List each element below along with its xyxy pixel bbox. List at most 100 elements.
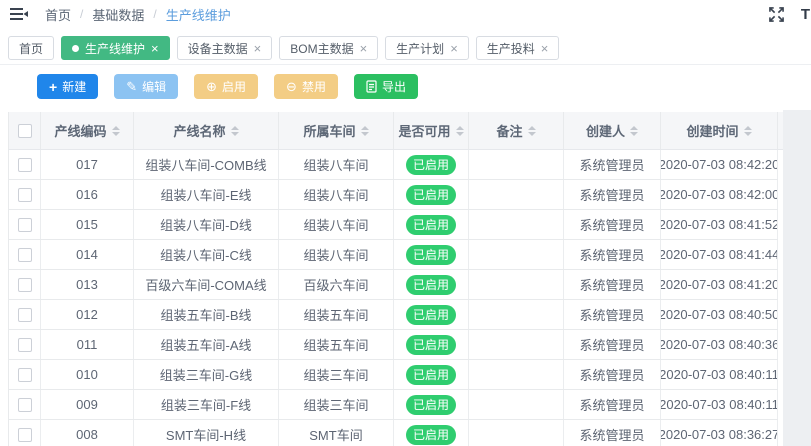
tab-production-feeding[interactable]: 生产投料 × bbox=[476, 36, 560, 60]
tab-label: BOM主数据 bbox=[290, 40, 353, 57]
header-enabled[interactable]: 是否可用 bbox=[394, 112, 469, 149]
header-line-name[interactable]: 产线名称 bbox=[134, 112, 279, 149]
cell-creator: 系统管理员 bbox=[564, 330, 661, 359]
row-checkbox[interactable] bbox=[18, 338, 32, 352]
page-background-strip bbox=[783, 110, 811, 446]
tab-close-icon[interactable]: × bbox=[360, 42, 368, 55]
status-badge: 已启用 bbox=[406, 305, 456, 325]
sort-icon[interactable] bbox=[528, 126, 536, 136]
cell-creator: 系统管理员 bbox=[564, 300, 661, 329]
cell-remark bbox=[469, 360, 564, 389]
status-badge: 已启用 bbox=[406, 335, 456, 355]
tab-close-icon[interactable]: × bbox=[151, 42, 159, 55]
header-label: 所属车间 bbox=[303, 121, 355, 140]
cell-line-name: 百级六车间-COMA线 bbox=[134, 270, 279, 299]
header-creator[interactable]: 创建人 bbox=[564, 112, 661, 149]
tab-bom-master-data[interactable]: BOM主数据 × bbox=[279, 36, 378, 60]
pencil-icon: ✎ bbox=[126, 80, 137, 93]
plus-icon: + bbox=[49, 80, 57, 94]
cell-workshop: 组装八车间 bbox=[279, 150, 394, 179]
fullscreen-icon[interactable] bbox=[769, 7, 784, 22]
tab-close-icon[interactable]: × bbox=[254, 42, 262, 55]
tab-production-plan[interactable]: 生产计划 × bbox=[385, 36, 469, 60]
cell-workshop: 百级六车间 bbox=[279, 270, 394, 299]
new-button[interactable]: + 新建 bbox=[37, 74, 98, 99]
sort-icon[interactable] bbox=[630, 126, 638, 136]
table-row[interactable]: 008 SMT车间-H线 SMT车间 已启用 系统管理员 2020-07-03 … bbox=[8, 420, 778, 446]
cell-line-code: 016 bbox=[41, 180, 134, 209]
table-row[interactable]: 012 组装五车间-B线 组装五车间 已启用 系统管理员 2020-07-03 … bbox=[8, 300, 778, 330]
export-button[interactable]: 导出 bbox=[354, 74, 418, 99]
header-label: 产线名称 bbox=[173, 121, 225, 140]
table-row[interactable]: 017 组装八车间-COMB线 组装八车间 已启用 系统管理员 2020-07-… bbox=[8, 150, 778, 180]
cell-line-code: 017 bbox=[41, 150, 134, 179]
enable-button-label: 启用 bbox=[222, 78, 246, 95]
cell-creator: 系统管理员 bbox=[564, 240, 661, 269]
disable-button[interactable]: ⊖ 禁用 bbox=[274, 74, 338, 99]
sort-icon[interactable] bbox=[456, 126, 464, 136]
menu-collapse-icon[interactable] bbox=[10, 7, 28, 21]
cell-creator: 系统管理员 bbox=[564, 390, 661, 419]
cell-created-time: 2020-07-03 08:41:52 bbox=[661, 210, 778, 239]
row-checkbox[interactable] bbox=[18, 218, 32, 232]
header-line-code[interactable]: 产线编码 bbox=[41, 112, 134, 149]
header-remark[interactable]: 备注 bbox=[469, 112, 564, 149]
cell-line-name: 组装八车间-C线 bbox=[134, 240, 279, 269]
sort-icon[interactable] bbox=[744, 126, 752, 136]
table-row[interactable]: 016 组装八车间-E线 组装八车间 已启用 系统管理员 2020-07-03 … bbox=[8, 180, 778, 210]
active-tab-dot-icon bbox=[72, 45, 79, 52]
tab-label: 生产计划 bbox=[396, 40, 444, 57]
cell-creator: 系统管理员 bbox=[564, 150, 661, 179]
table-row[interactable]: 014 组装八车间-C线 组装八车间 已启用 系统管理员 2020-07-03 … bbox=[8, 240, 778, 270]
circle-plus-icon: ⊕ bbox=[206, 80, 217, 93]
table-row[interactable]: 013 百级六车间-COMA线 百级六车间 已启用 系统管理员 2020-07-… bbox=[8, 270, 778, 300]
top-navbar: 首页 / 基础数据 / 生产线维护 T bbox=[0, 0, 811, 28]
tab-close-icon[interactable]: × bbox=[541, 42, 549, 55]
header-workshop[interactable]: 所属车间 bbox=[279, 112, 394, 149]
cell-creator: 系统管理员 bbox=[564, 180, 661, 209]
row-checkbox[interactable] bbox=[18, 398, 32, 412]
breadcrumb-base-data[interactable]: 基础数据 bbox=[92, 5, 144, 24]
row-select-cell bbox=[9, 300, 41, 329]
row-checkbox[interactable] bbox=[18, 188, 32, 202]
tab-home[interactable]: 首页 bbox=[8, 36, 54, 60]
cell-created-time: 2020-07-03 08:36:27 bbox=[661, 420, 778, 446]
table-row[interactable]: 010 组装三车间-G线 组装三车间 已启用 系统管理员 2020-07-03 … bbox=[8, 360, 778, 390]
cell-remark bbox=[469, 420, 564, 446]
row-checkbox[interactable] bbox=[18, 278, 32, 292]
edit-button[interactable]: ✎ 编辑 bbox=[114, 74, 178, 99]
table-row[interactable]: 009 组装三车间-F线 组装三车间 已启用 系统管理员 2020-07-03 … bbox=[8, 390, 778, 420]
cell-line-name: 组装三车间-G线 bbox=[134, 360, 279, 389]
select-all-checkbox[interactable] bbox=[18, 124, 32, 138]
cell-workshop: SMT车间 bbox=[279, 420, 394, 446]
tab-label: 生产投料 bbox=[487, 40, 535, 57]
cell-line-code: 010 bbox=[41, 360, 134, 389]
row-checkbox[interactable] bbox=[18, 428, 32, 442]
cell-line-name: 组装三车间-F线 bbox=[134, 390, 279, 419]
header-label: 备注 bbox=[496, 121, 522, 140]
row-checkbox[interactable] bbox=[18, 158, 32, 172]
enable-button[interactable]: ⊕ 启用 bbox=[194, 74, 258, 99]
cell-line-name: 组装五车间-A线 bbox=[134, 330, 279, 359]
status-badge: 已启用 bbox=[406, 275, 456, 295]
tab-equipment-master-data[interactable]: 设备主数据 × bbox=[177, 36, 273, 60]
tab-production-line-maintenance[interactable]: 生产线维护 × bbox=[61, 36, 170, 60]
row-checkbox[interactable] bbox=[18, 308, 32, 322]
row-select-cell bbox=[9, 180, 41, 209]
sort-icon[interactable] bbox=[361, 126, 369, 136]
header-created-time[interactable]: 创建时间 bbox=[661, 112, 778, 149]
sort-icon[interactable] bbox=[112, 126, 120, 136]
status-badge: 已启用 bbox=[406, 245, 456, 265]
row-select-cell bbox=[9, 270, 41, 299]
cell-line-name: 组装八车间-D线 bbox=[134, 210, 279, 239]
table-row[interactable]: 015 组装八车间-D线 组装八车间 已启用 系统管理员 2020-07-03 … bbox=[8, 210, 778, 240]
sort-icon[interactable] bbox=[231, 126, 239, 136]
row-checkbox[interactable] bbox=[18, 368, 32, 382]
breadcrumb-home[interactable]: 首页 bbox=[45, 5, 71, 24]
row-checkbox[interactable] bbox=[18, 248, 32, 262]
table-row[interactable]: 011 组装五车间-A线 组装五车间 已启用 系统管理员 2020-07-03 … bbox=[8, 330, 778, 360]
cell-line-name: 组装八车间-E线 bbox=[134, 180, 279, 209]
cell-enabled: 已启用 bbox=[394, 420, 469, 446]
tab-close-icon[interactable]: × bbox=[450, 42, 458, 55]
row-select-cell bbox=[9, 330, 41, 359]
